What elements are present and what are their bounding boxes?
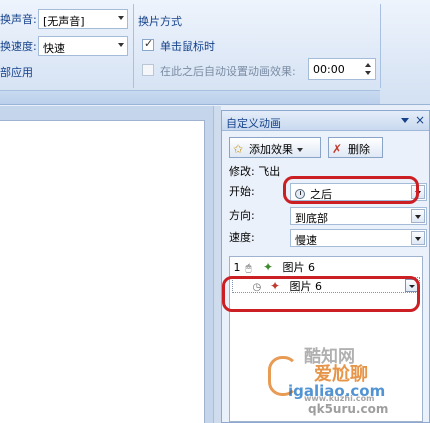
- highlight-start-annotation: [283, 176, 419, 204]
- chevron-down-icon[interactable]: [411, 231, 425, 245]
- spinner-icon[interactable]: [365, 61, 373, 77]
- watermark-text: qk5uru.com: [308, 402, 389, 416]
- transition-sound-select[interactable]: [无声音]: [38, 9, 128, 29]
- delete-label: 删除: [348, 143, 370, 156]
- auto-after-time-value: 00:00: [313, 63, 345, 76]
- speed-label: 速度:: [229, 231, 255, 244]
- delete-effect-button[interactable]: ✗ 删除: [328, 137, 383, 158]
- slide-canvas[interactable]: [0, 120, 205, 423]
- animation-target: 图片 6: [282, 261, 316, 274]
- direction-select[interactable]: 到底部: [290, 207, 427, 225]
- entrance-effect-icon: ✦: [263, 260, 274, 274]
- speed-select[interactable]: 慢速: [290, 229, 427, 247]
- group-divider: [380, 4, 381, 88]
- ribbon-group-footer: [0, 90, 380, 104]
- on-click-checkbox[interactable]: [142, 37, 154, 51]
- animation-index: 1: [233, 261, 241, 274]
- group-divider: [133, 4, 134, 88]
- watermark: 酷知网 爱尬聊 igaliao.com www.kuzhi.com qk5uru…: [268, 342, 428, 422]
- chevron-down-icon: [118, 16, 124, 20]
- direction-value: 到底部: [295, 212, 328, 225]
- modify-effect-label: 修改: 飞出: [229, 165, 281, 178]
- transition-speed-select[interactable]: 快速: [38, 36, 128, 56]
- delete-icon: ✗: [332, 142, 343, 156]
- slide-workspace: [0, 106, 220, 423]
- auto-after-label: 在此之后自动设置动画效果:: [160, 65, 296, 78]
- direction-label: 方向:: [229, 209, 255, 222]
- chevron-down-icon: [118, 43, 124, 47]
- on-click-label: 单击鼠标时: [160, 40, 215, 53]
- chevron-down-icon: [297, 148, 303, 152]
- pane-splitter[interactable]: [213, 106, 221, 423]
- pane-menu-icon[interactable]: [401, 118, 409, 123]
- speed-value: 慢速: [295, 234, 317, 247]
- ribbon: 换声音: [无声音] 换速度: 快速 部应用 换片方式 单击鼠标时 在此之后自动…: [0, 0, 430, 105]
- transition-sound-value: [无声音]: [43, 15, 85, 28]
- advance-slide-title: 换片方式: [138, 15, 182, 28]
- close-icon[interactable]: ×: [415, 113, 425, 127]
- pane-title: 自定义动画: [226, 117, 281, 130]
- animation-list-item[interactable]: 1 🖱 ✦ 图片 6: [232, 259, 316, 275]
- transition-speed-label: 换速度:: [0, 40, 37, 53]
- auto-after-time-input[interactable]: 00:00: [308, 58, 376, 80]
- pane-title-bar: 自定义动画 ×: [222, 111, 429, 131]
- star-effect-icon: ✩: [233, 142, 244, 156]
- highlight-animation-annotation: [222, 276, 420, 312]
- add-effect-label: 添加效果: [249, 143, 293, 156]
- transition-sound-label: 换声音:: [0, 13, 37, 26]
- transition-speed-value: 快速: [43, 42, 65, 55]
- mouse-click-icon: 🖱: [245, 263, 252, 274]
- auto-after-checkbox[interactable]: [142, 64, 154, 76]
- apply-to-all-button[interactable]: 部应用: [0, 64, 33, 80]
- add-effect-button[interactable]: ✩ 添加效果: [229, 137, 321, 158]
- chevron-down-icon[interactable]: [411, 209, 425, 223]
- start-label: 开始:: [229, 185, 255, 198]
